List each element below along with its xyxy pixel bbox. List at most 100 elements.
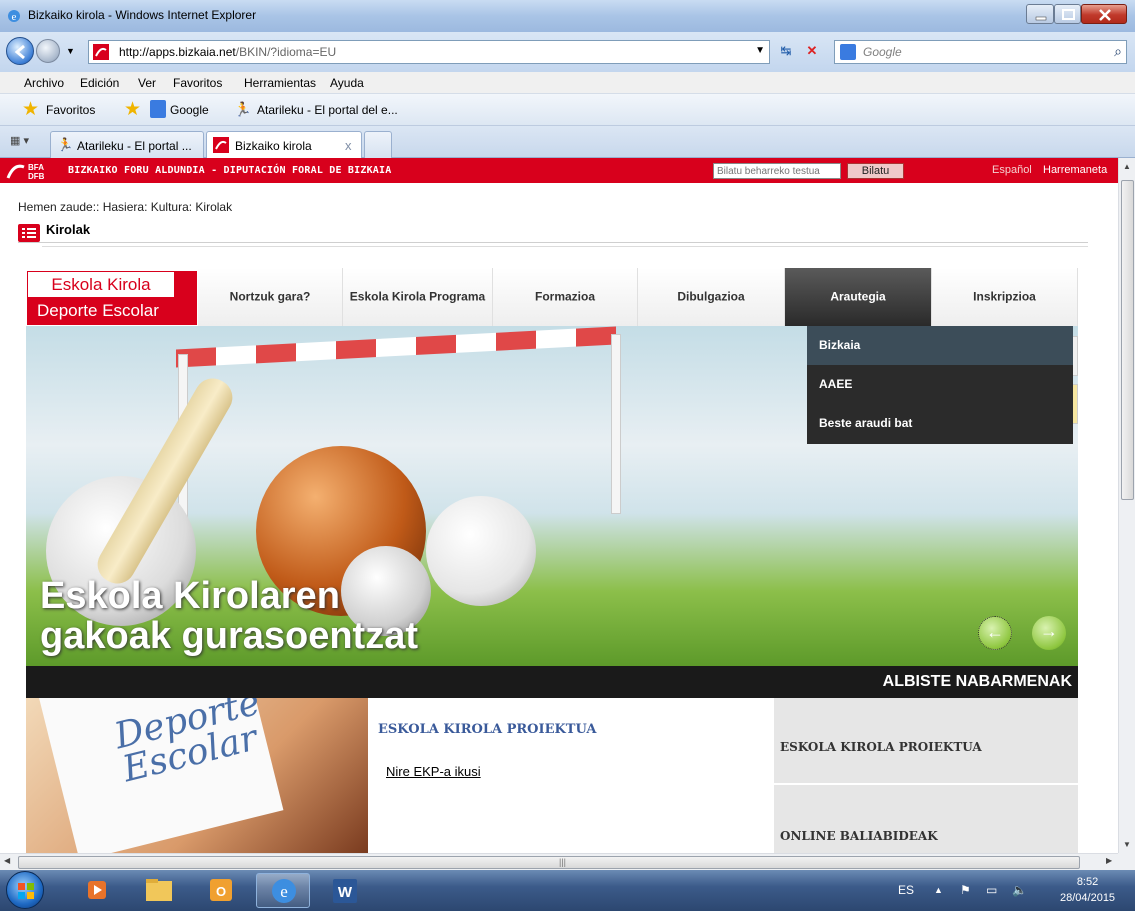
divider bbox=[18, 242, 1088, 243]
contact-link[interactable]: Harremaneta bbox=[1043, 164, 1107, 176]
maximize-button[interactable] bbox=[1054, 4, 1081, 24]
stop-icon[interactable]: ✕ bbox=[802, 43, 822, 61]
page-title: Kirolak bbox=[46, 222, 91, 237]
start-button[interactable] bbox=[6, 871, 44, 909]
word-icon[interactable]: W bbox=[318, 873, 372, 908]
menu-arautegia[interactable]: Arautegia bbox=[785, 268, 932, 326]
menu-edicion[interactable]: Edición bbox=[80, 76, 119, 90]
site-search-input[interactable] bbox=[713, 163, 841, 179]
news-link[interactable]: Nire EKP-a ikusi bbox=[386, 764, 481, 779]
menu-dibulgazioa[interactable]: Dibulgazioa bbox=[638, 268, 785, 326]
menu-inskripzioa[interactable]: Inskripzioa bbox=[932, 268, 1078, 326]
menu-ayuda[interactable]: Ayuda bbox=[330, 76, 364, 90]
scroll-right-icon[interactable]: ▶ bbox=[1106, 856, 1112, 865]
menu-nortzuk-gara[interactable]: Nortzuk gara? bbox=[198, 268, 343, 326]
portal-main-menu: Nortzuk gara? Eskola Kirola Programa For… bbox=[198, 268, 1078, 326]
dropdown-item-aaee[interactable]: AAEE bbox=[807, 365, 1073, 404]
section-icon bbox=[18, 224, 40, 242]
next-slide-button[interactable]: → bbox=[1032, 616, 1066, 650]
menu-ver[interactable]: Ver bbox=[138, 76, 156, 90]
eskola-kirola-portal: Eskola Kirola Deporte Escolar Nortzuk ga… bbox=[26, 268, 1078, 853]
ie-logo-icon: e bbox=[8, 10, 20, 23]
dropdown-item-bizkaia[interactable]: Bizkaia bbox=[807, 326, 1073, 365]
vertical-scrollbar[interactable]: ▲ ▼ bbox=[1118, 158, 1135, 853]
system-clock[interactable]: 8:52 28/04/2015 bbox=[1060, 874, 1115, 906]
fav-link-atarileku[interactable]: Atarileku - El portal del e... bbox=[257, 103, 398, 117]
favorites-button[interactable]: Favoritos bbox=[46, 103, 95, 117]
tab-bar: ▦ ▾ 🏃 Atarileku - El portal ... Bizkaiko… bbox=[0, 126, 1135, 159]
forward-button[interactable] bbox=[36, 39, 60, 63]
menu-bar: Archivo Edición Ver Favoritos Herramient… bbox=[0, 72, 1135, 94]
site-favicon-icon bbox=[213, 137, 229, 153]
horizontal-scrollbar[interactable]: ◀ ||| ▶ bbox=[0, 853, 1118, 870]
scroll-left-icon[interactable]: ◀ bbox=[4, 856, 10, 865]
scroll-down-icon[interactable]: ▼ bbox=[1123, 840, 1131, 849]
quick-tabs-icon[interactable]: ▦ ▾ bbox=[10, 134, 29, 147]
history-dropdown-icon[interactable]: ▼ bbox=[66, 46, 75, 56]
back-button[interactable] bbox=[6, 37, 34, 65]
tab-label: Atarileku - El portal ... bbox=[77, 139, 192, 153]
news-header-bar: ALBISTE NABARMENAK bbox=[26, 666, 1078, 698]
close-tab-icon[interactable]: x bbox=[345, 138, 352, 153]
site-search-button[interactable]: Bilatu bbox=[847, 163, 904, 179]
tab-label: Bizkaiko kirola bbox=[235, 139, 312, 153]
news-side-list: ESKOLA KIROLA PROIEKTUA ONLINE BALIABIDE… bbox=[774, 698, 1078, 853]
internet-explorer-icon[interactable]: e bbox=[256, 873, 310, 908]
news-image[interactable]: Deporte Escolar bbox=[26, 698, 368, 853]
search-icon[interactable]: ⌕ bbox=[1114, 43, 1122, 60]
search-box[interactable]: Google ⌕ bbox=[834, 40, 1127, 64]
previous-slide-button[interactable]: ← bbox=[978, 616, 1012, 650]
address-dropdown-icon[interactable]: ▼ bbox=[755, 45, 765, 56]
runner-icon: 🏃 bbox=[57, 137, 74, 152]
address-url: http://apps.bizkaia.net/BKIN/?idioma=EU bbox=[119, 45, 337, 59]
site-header-bar: BFA DFB BIZKAIKO FORU ALDUNDIA - DIPUTAC… bbox=[0, 158, 1118, 183]
news-title[interactable]: ESKOLA KIROLA PROIEKTUA bbox=[378, 722, 596, 737]
add-favorite-icon[interactable]: ★ bbox=[124, 100, 144, 120]
svg-text:BFA: BFA bbox=[28, 163, 44, 172]
tab-atarileku[interactable]: 🏃 Atarileku - El portal ... bbox=[50, 131, 204, 158]
logo-top-text: Eskola Kirola bbox=[27, 271, 175, 299]
favorites-star-icon[interactable]: ★ bbox=[22, 100, 42, 120]
language-link[interactable]: Español bbox=[992, 164, 1032, 176]
eskola-kirola-logo[interactable]: Eskola Kirola Deporte Escolar bbox=[27, 271, 197, 325]
scroll-up-icon[interactable]: ▲ bbox=[1123, 162, 1131, 171]
side-item-baliabideak[interactable]: ONLINE BALIABIDEAK bbox=[774, 787, 1078, 853]
close-window-button[interactable] bbox=[1081, 4, 1127, 24]
bfa-logo: BFA DFB bbox=[6, 163, 45, 181]
file-explorer-icon[interactable] bbox=[132, 873, 186, 908]
hurdle-post bbox=[611, 334, 621, 514]
side-item-proiektua[interactable]: ESKOLA KIROLA PROIEKTUA bbox=[774, 698, 1078, 785]
svg-text:e: e bbox=[12, 11, 17, 23]
tab-bizkaiko-kirola[interactable]: Bizkaiko kirola x bbox=[206, 131, 362, 159]
fav-link-google[interactable]: Google bbox=[170, 103, 209, 117]
action-center-flag-icon[interactable]: ⚑ bbox=[960, 883, 971, 897]
menu-herramientas[interactable]: Herramientas bbox=[244, 76, 316, 90]
dropdown-item-beste-araudi[interactable]: Beste araudi bat bbox=[807, 404, 1073, 443]
input-language[interactable]: ES bbox=[898, 883, 914, 897]
compatibility-icon[interactable]: ↹ bbox=[776, 43, 796, 61]
volleyball bbox=[426, 496, 536, 606]
news-content: ESKOLA KIROLA PROIEKTUA Nire EKP-a ikusi bbox=[368, 698, 774, 853]
volume-icon[interactable]: 🔈 bbox=[1012, 883, 1027, 897]
logo-badge-icon bbox=[175, 271, 197, 297]
minimize-button[interactable] bbox=[1026, 4, 1054, 24]
outlook-icon[interactable]: O bbox=[194, 873, 248, 908]
scroll-thumb[interactable]: ||| bbox=[18, 856, 1080, 869]
new-tab-button[interactable] bbox=[364, 131, 392, 158]
address-bar[interactable]: http://apps.bizkaia.net/BKIN/?idioma=EU … bbox=[88, 40, 770, 64]
hero-caption: Eskola Kirolaren gakoak gurasoentzat bbox=[40, 575, 418, 657]
show-hidden-icons-icon[interactable]: ▲ bbox=[934, 885, 943, 895]
logo-bottom-text: Deporte Escolar bbox=[27, 297, 197, 325]
menu-formazioa[interactable]: Formazioa bbox=[493, 268, 638, 326]
menu-favoritos[interactable]: Favoritos bbox=[173, 76, 222, 90]
network-icon[interactable]: ▭ bbox=[986, 883, 997, 897]
site-favicon-icon bbox=[93, 44, 109, 60]
runner-icon: 🏃 bbox=[234, 101, 252, 117]
menu-eskola-kirola-programa[interactable]: Eskola Kirola Programa bbox=[343, 268, 493, 326]
org-name: BIZKAIKO FORU ALDUNDIA - DIPUTACIÓN FORA… bbox=[68, 165, 392, 176]
window-title: Bizkaiko kirola - Windows Internet Explo… bbox=[28, 8, 257, 22]
arautegia-dropdown: Bizkaia AAEE Beste araudi bat bbox=[807, 326, 1073, 444]
scroll-thumb[interactable] bbox=[1121, 180, 1134, 500]
media-player-icon[interactable] bbox=[70, 873, 124, 908]
menu-archivo[interactable]: Archivo bbox=[24, 76, 64, 90]
